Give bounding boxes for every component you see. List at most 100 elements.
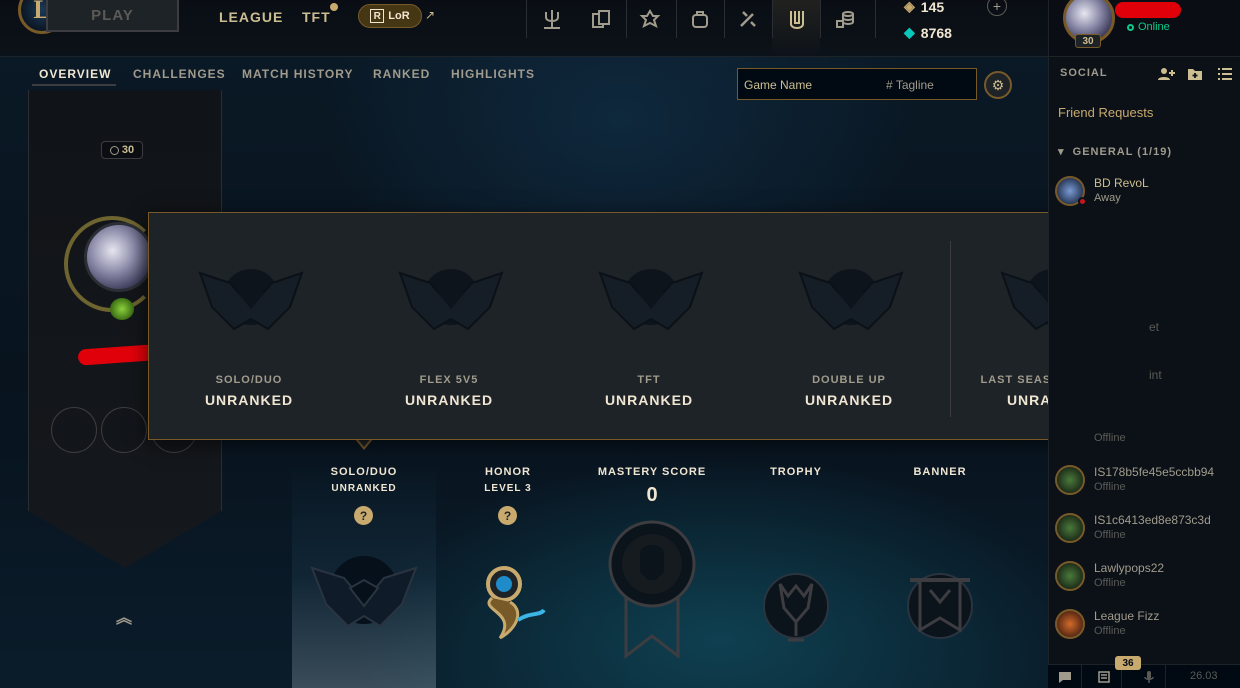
backpack-icon[interactable] — [685, 4, 715, 34]
play-button[interactable]: PLAY — [46, 0, 179, 32]
hash-icon: # — [886, 78, 893, 92]
friend-status-partial: Offline — [1094, 432, 1126, 444]
trident-icon[interactable] — [537, 4, 567, 34]
friend-requests-link[interactable]: Friend Requests — [1058, 105, 1153, 120]
group-header-label: GENERAL (1/19) — [1072, 146, 1173, 158]
divider — [526, 0, 527, 38]
rank-tier-label: UNRANKED — [204, 392, 294, 408]
showcase-title: MASTERY SCORE — [597, 466, 707, 478]
client-version: 26.03 — [1190, 670, 1218, 682]
summoner-search-input[interactable]: Game Name # Tagline — [737, 68, 977, 100]
showcase-title: HONOR — [485, 466, 531, 478]
external-link-icon: ↗ — [425, 8, 436, 22]
showcase-mastery-score[interactable]: MASTERY SCORE 0 — [580, 462, 724, 688]
friend-item[interactable]: BD RevoL Away — [1055, 173, 1240, 213]
friend-status: Offline — [1094, 577, 1126, 589]
tab-match-history[interactable]: MATCH HISTORY — [242, 67, 353, 81]
be-amount: 8768 — [920, 24, 952, 41]
rank-queue-label: FLEX 5V5 — [419, 374, 479, 386]
friend-item[interactable]: League Fizz Offline — [1055, 606, 1240, 646]
unranked-emblem-icon — [198, 269, 304, 331]
tagline-placeholder[interactable]: # Tagline — [886, 78, 934, 92]
friend-item[interactable]: IS1c6413ed8e873c3d Offline — [1055, 510, 1240, 550]
showcase-title: BANNER — [913, 466, 967, 478]
lor-button[interactable]: R LoR — [358, 4, 422, 28]
cards-icon[interactable] — [586, 4, 616, 34]
unranked-emblem-icon — [798, 269, 904, 331]
mastery-score-value: 0 — [646, 484, 658, 506]
my-status-label: Online — [1138, 21, 1170, 33]
showcase-trophy[interactable]: TROPHY — [724, 462, 868, 688]
rp-balance[interactable]: ◈ 145 — [904, 0, 944, 15]
friend-name: IS178b5fe45e5ccbb94 — [1094, 465, 1215, 479]
list-view-icon[interactable] — [1215, 64, 1235, 84]
nav-tft[interactable]: TFT — [302, 9, 331, 25]
friend-name-partial: et — [1149, 320, 1160, 334]
chevron-up-icon[interactable]: ︽ — [114, 604, 134, 627]
friend-group-header[interactable]: ▾ GENERAL (1/19) — [1058, 145, 1172, 158]
rank-tier-label: UNRANKED — [604, 392, 694, 408]
level-ring-icon — [109, 145, 119, 155]
my-level-badge: 30 — [1075, 34, 1101, 48]
my-status[interactable]: Online — [1127, 21, 1170, 33]
help-icon[interactable]: ? — [354, 506, 373, 525]
banner-level-badge: 30 — [101, 141, 143, 159]
divider — [820, 0, 821, 38]
divider — [676, 0, 677, 38]
trophy-icon — [763, 573, 829, 642]
eternal-slot[interactable] — [51, 407, 97, 453]
showcase-honor[interactable]: HONOR LEVEL 3 ? — [436, 462, 580, 688]
eternal-slot[interactable] — [101, 407, 147, 453]
help-icon[interactable]: ? — [498, 506, 517, 525]
showcase-title: SOLO/DUO — [330, 466, 398, 478]
rank-tier-label: UNRANKED — [804, 392, 894, 408]
crest-icon[interactable] — [635, 4, 665, 34]
store-icon[interactable] — [830, 4, 860, 34]
tab-challenges[interactable]: CHALLENGES — [133, 67, 226, 81]
nav-league[interactable]: LEAGUE — [219, 9, 283, 25]
away-status-icon — [1078, 197, 1087, 206]
divider — [772, 0, 773, 38]
tft-notification-dot — [330, 3, 338, 11]
tab-ranked[interactable]: RANKED — [373, 67, 430, 81]
friend-avatar — [1055, 513, 1085, 543]
profile-avatar-frame[interactable] — [62, 214, 162, 324]
friend-item[interactable]: IS178b5fe45e5ccbb94 Offline — [1055, 462, 1240, 502]
tab-underline — [32, 84, 116, 86]
rank-tier-label: UNRANKED — [404, 392, 494, 408]
add-friend-icon[interactable] — [1156, 64, 1176, 84]
mastery-crest-icon — [608, 520, 696, 660]
notification-count-badge: 36 — [1115, 656, 1141, 670]
tab-highlights[interactable]: HIGHLIGHTS — [451, 67, 535, 81]
add-folder-icon[interactable] — [1185, 64, 1205, 84]
tab-overview[interactable]: OVERVIEW — [39, 67, 111, 81]
friend-avatar — [1055, 609, 1085, 639]
banner-flag-icon — [907, 573, 973, 639]
buy-rp-button[interactable]: + — [987, 0, 1007, 16]
crafting-icon[interactable] — [733, 4, 763, 34]
gear-icon[interactable]: ⚙ — [984, 71, 1012, 99]
chat-icon[interactable] — [1048, 665, 1082, 688]
friend-avatar — [1055, 465, 1085, 495]
top-navigation-bar: L PLAY LEAGUE TFT R LoR ↗ ◈ 145 + ◆ 8768 — [0, 0, 1048, 57]
rp-icon: ◈ — [904, 0, 915, 14]
friend-item[interactable]: Lawlypops22 Offline — [1055, 558, 1240, 598]
divider — [875, 0, 876, 38]
friend-status: Offline — [1094, 529, 1126, 541]
game-name-placeholder[interactable]: Game Name — [744, 78, 812, 92]
be-balance: ◆ 8768 — [904, 24, 952, 41]
banner-level-value: 30 — [121, 144, 135, 156]
lor-label: LoR — [388, 10, 410, 22]
friend-name: BD RevoL — [1094, 176, 1149, 190]
showcase-banner[interactable]: BANNER — [868, 462, 1012, 688]
lor-logo-icon: R — [370, 9, 385, 23]
rank-queue-label: DOUBLE UP — [812, 374, 886, 386]
unranked-emblem-icon — [398, 269, 504, 331]
friend-status: Away — [1094, 192, 1121, 204]
redacted-my-name — [1115, 2, 1181, 18]
friend-avatar — [1055, 561, 1085, 591]
friend-name: League Fizz — [1094, 609, 1160, 623]
collection-icon[interactable] — [782, 4, 812, 34]
profile-icon[interactable] — [84, 222, 154, 292]
showcase-solo-duo[interactable]: SOLO/DUO UNRANKED ? — [292, 462, 436, 688]
